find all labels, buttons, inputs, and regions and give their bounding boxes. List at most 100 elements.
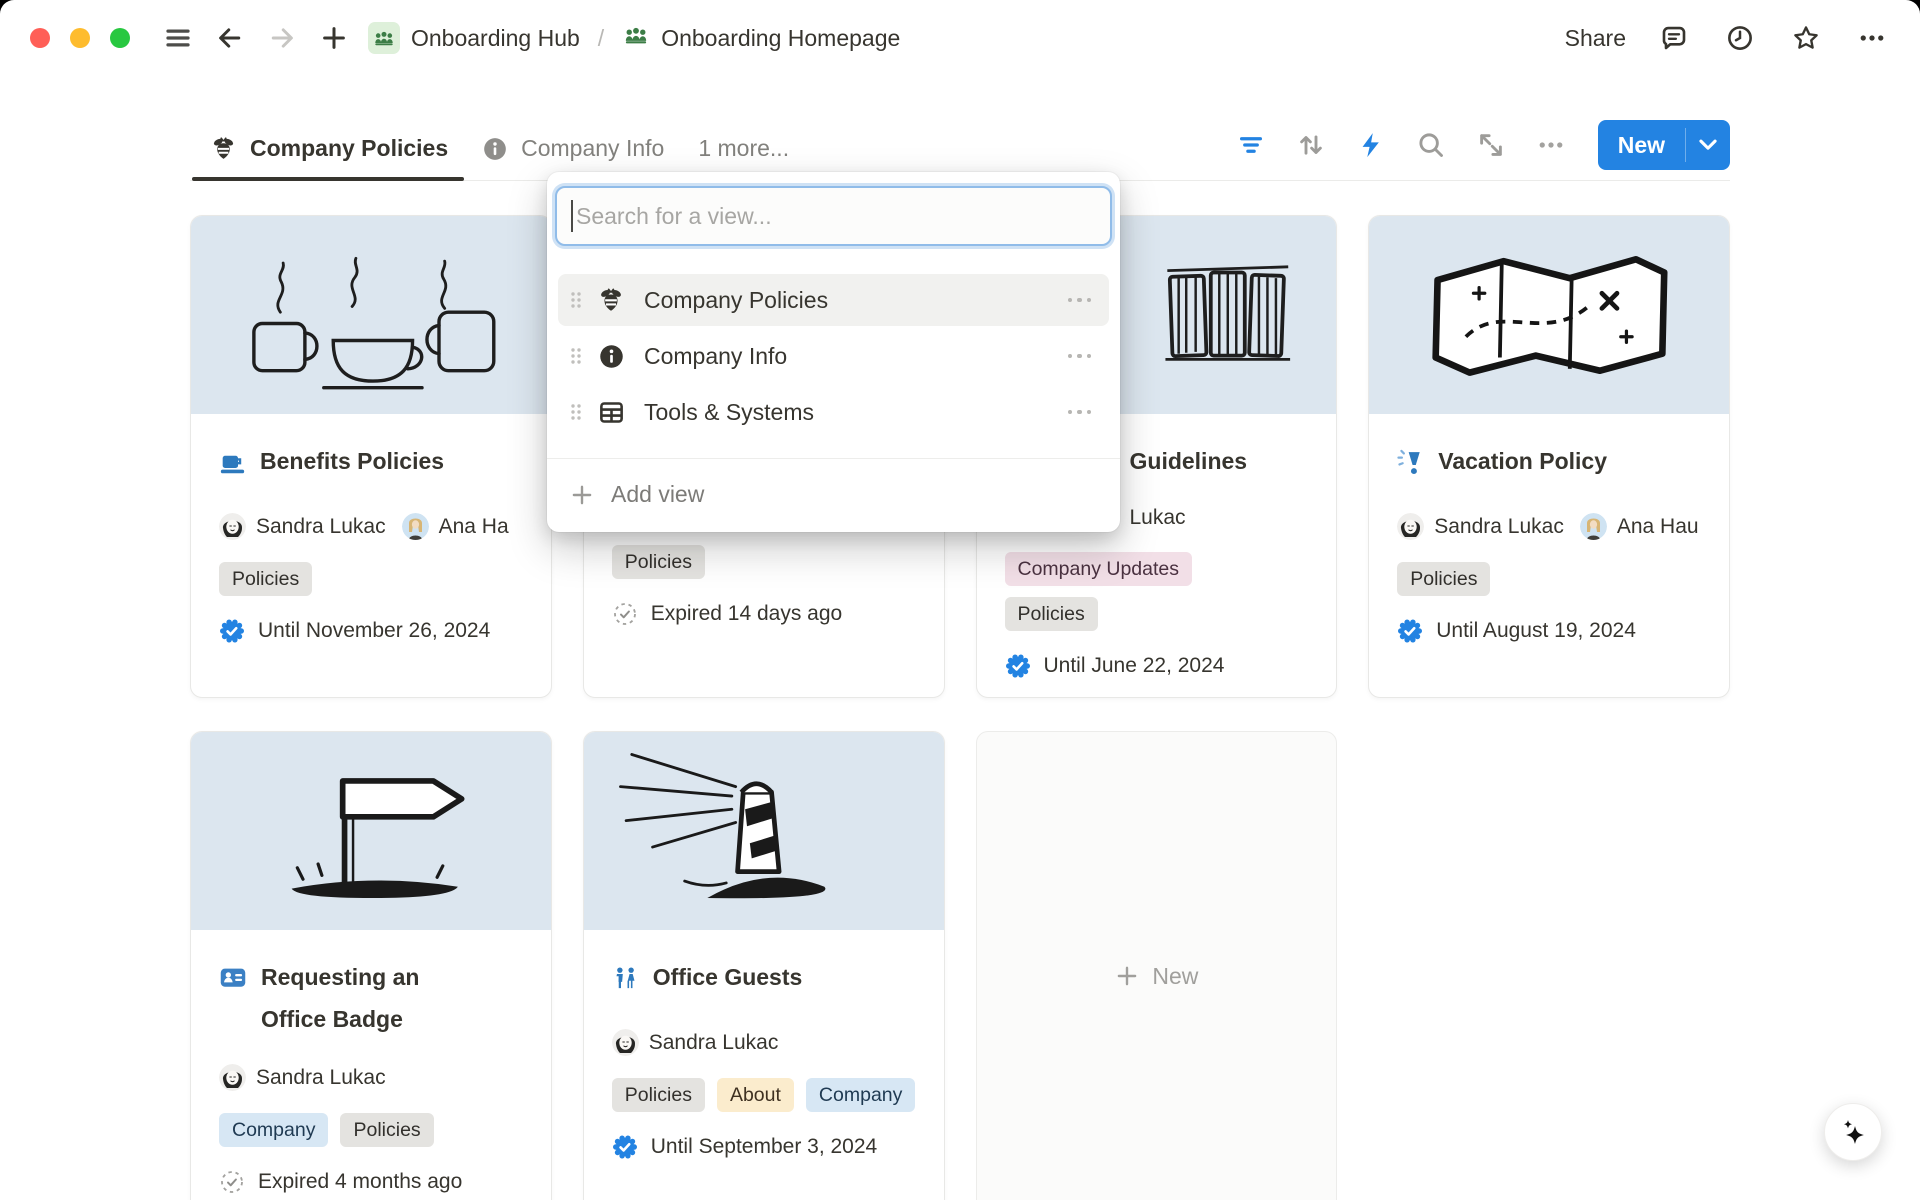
verified-badge-icon [1005, 653, 1031, 679]
tag-policies: Policies [1005, 597, 1098, 631]
back-button[interactable] [212, 20, 248, 56]
new-card-placeholder[interactable]: New [976, 731, 1338, 1200]
person-name: Lukac [1130, 506, 1186, 530]
card-title: Benefits Policies [260, 440, 444, 482]
ellipsis-icon [1857, 23, 1887, 53]
topbar: Onboarding Hub / Onboarding Homepage Sha… [0, 0, 1920, 76]
breadcrumb-teamspace[interactable]: Onboarding Hub [362, 18, 586, 58]
card-body: Office Guests Sandra Lukac Policies Abou… [584, 930, 944, 1160]
sparkle-icon [1836, 1115, 1870, 1149]
drag-handle-icon[interactable] [568, 402, 584, 422]
close-window-button[interactable] [30, 28, 50, 48]
new-entry-button-group: New [1598, 120, 1730, 170]
avatar-sandra [612, 1029, 639, 1056]
menu-divider [547, 458, 1120, 459]
star-icon [1791, 23, 1821, 53]
card-office-badge[interactable]: Requesting an Office Badge Sandra Lukac … [190, 731, 552, 1200]
new-entry-dropdown-button[interactable] [1686, 120, 1730, 170]
tag-company-updates: Company Updates [1005, 552, 1193, 586]
zoom-window-button[interactable] [110, 28, 130, 48]
view-options-button[interactable] [1534, 128, 1568, 162]
ai-assistant-button[interactable] [1824, 1103, 1882, 1161]
history-button[interactable] [1722, 20, 1758, 56]
minimize-window-button[interactable] [70, 28, 90, 48]
favorite-button[interactable] [1788, 20, 1824, 56]
sort-button[interactable] [1294, 128, 1328, 162]
drag-handle-icon[interactable] [568, 290, 584, 310]
view-item-options-button[interactable] [1066, 348, 1094, 365]
card-people-row: Sandra Lukac [612, 1029, 916, 1056]
tag-about: About [717, 1078, 794, 1112]
drag-handle-icon[interactable] [568, 346, 584, 366]
card-tags: Company Updates Policies [1005, 552, 1309, 631]
breadcrumb-page[interactable]: Onboarding Homepage [616, 17, 906, 59]
card-benefits-policies[interactable]: Benefits Policies Sandra Lukac Ana Ha [190, 215, 552, 698]
view-item-company-policies[interactable]: Company Policies [558, 274, 1109, 326]
card-status: Expired 14 days ago [651, 602, 842, 626]
card-status-row: Until August 19, 2024 [1397, 618, 1701, 644]
person-name: Sandra Lukac [1434, 515, 1564, 539]
bee-icon [210, 135, 237, 162]
info-icon [596, 343, 626, 370]
hamburger-icon [163, 23, 193, 53]
plus-icon [569, 482, 595, 508]
plus-icon [319, 23, 349, 53]
breadcrumb-page-label: Onboarding Homepage [661, 25, 900, 52]
breadcrumb-separator: / [598, 25, 604, 52]
new-page-button[interactable] [316, 20, 352, 56]
view-item-options-button[interactable] [1066, 292, 1094, 309]
card-cover-map-illustration [1369, 216, 1729, 414]
card-status-row: Until June 22, 2024 [1005, 653, 1309, 679]
breadcrumb-space-label: Onboarding Hub [411, 25, 580, 52]
card-body: Vacation Policy Sandra Lukac Ana Hau P [1369, 414, 1729, 644]
filter-button[interactable] [1234, 128, 1268, 162]
search-button[interactable] [1414, 128, 1448, 162]
sidebar-menu-button[interactable] [160, 20, 196, 56]
new-entry-button[interactable]: New [1598, 120, 1685, 170]
view-search-input[interactable] [576, 203, 1096, 230]
card-tags: Policies [1397, 562, 1701, 596]
verified-badge-icon [612, 1134, 638, 1160]
vacation-alert-icon [1397, 447, 1424, 489]
view-switcher-menu: Company Policies Company Info [547, 172, 1120, 532]
tag-policies: Policies [1397, 562, 1490, 596]
tab-company-policies[interactable]: Company Policies [210, 135, 448, 180]
text-caret [571, 200, 573, 232]
topbar-actions: Share [1565, 20, 1890, 56]
verified-badge-icon [219, 618, 245, 644]
card-people-row: Sandra Lukac [219, 1064, 523, 1091]
arrow-left-icon [215, 23, 245, 53]
more-options-button[interactable] [1854, 20, 1890, 56]
add-view-button[interactable]: Add view [547, 471, 1120, 518]
id-badge-icon [219, 963, 247, 1005]
card-status-row: Until September 3, 2024 [612, 1134, 916, 1160]
view-item-company-info[interactable]: Company Info [558, 330, 1109, 382]
avatar-ana [1580, 513, 1607, 540]
automations-button[interactable] [1354, 128, 1388, 162]
comment-icon [1659, 23, 1689, 53]
card-status-row: Until November 26, 2024 [219, 618, 523, 644]
comments-button[interactable] [1656, 20, 1692, 56]
lightning-icon [1357, 131, 1385, 159]
card-title: Requesting an Office Badge [261, 956, 451, 1040]
view-item-options-button[interactable] [1066, 404, 1094, 421]
share-button[interactable]: Share [1565, 25, 1626, 52]
person-name: Sandra Lukac [649, 1031, 779, 1055]
chevron-down-icon [1699, 139, 1717, 151]
table-icon [596, 399, 626, 426]
view-item-label: Company Policies [644, 287, 1066, 314]
card-office-guests[interactable]: Office Guests Sandra Lukac Policies Abou… [583, 731, 945, 1200]
forward-button[interactable] [264, 20, 300, 56]
card-status: Until September 3, 2024 [651, 1135, 877, 1159]
more-views-label: 1 more... [698, 135, 789, 162]
tag-policies: Policies [612, 1078, 705, 1112]
card-vacation-policy[interactable]: Vacation Policy Sandra Lukac Ana Hau P [1368, 215, 1730, 698]
ellipsis-icon [1536, 130, 1566, 160]
view-item-tools-systems[interactable]: Tools & Systems [558, 386, 1109, 438]
card-body: Requesting an Office Badge Sandra Lukac … [191, 930, 551, 1195]
view-item-label: Tools & Systems [644, 399, 1066, 426]
breadcrumb: Onboarding Hub / Onboarding Homepage [362, 17, 906, 59]
dashed-check-icon [219, 1169, 245, 1195]
expand-button[interactable] [1474, 128, 1508, 162]
card-title: Office Guests [653, 956, 803, 998]
